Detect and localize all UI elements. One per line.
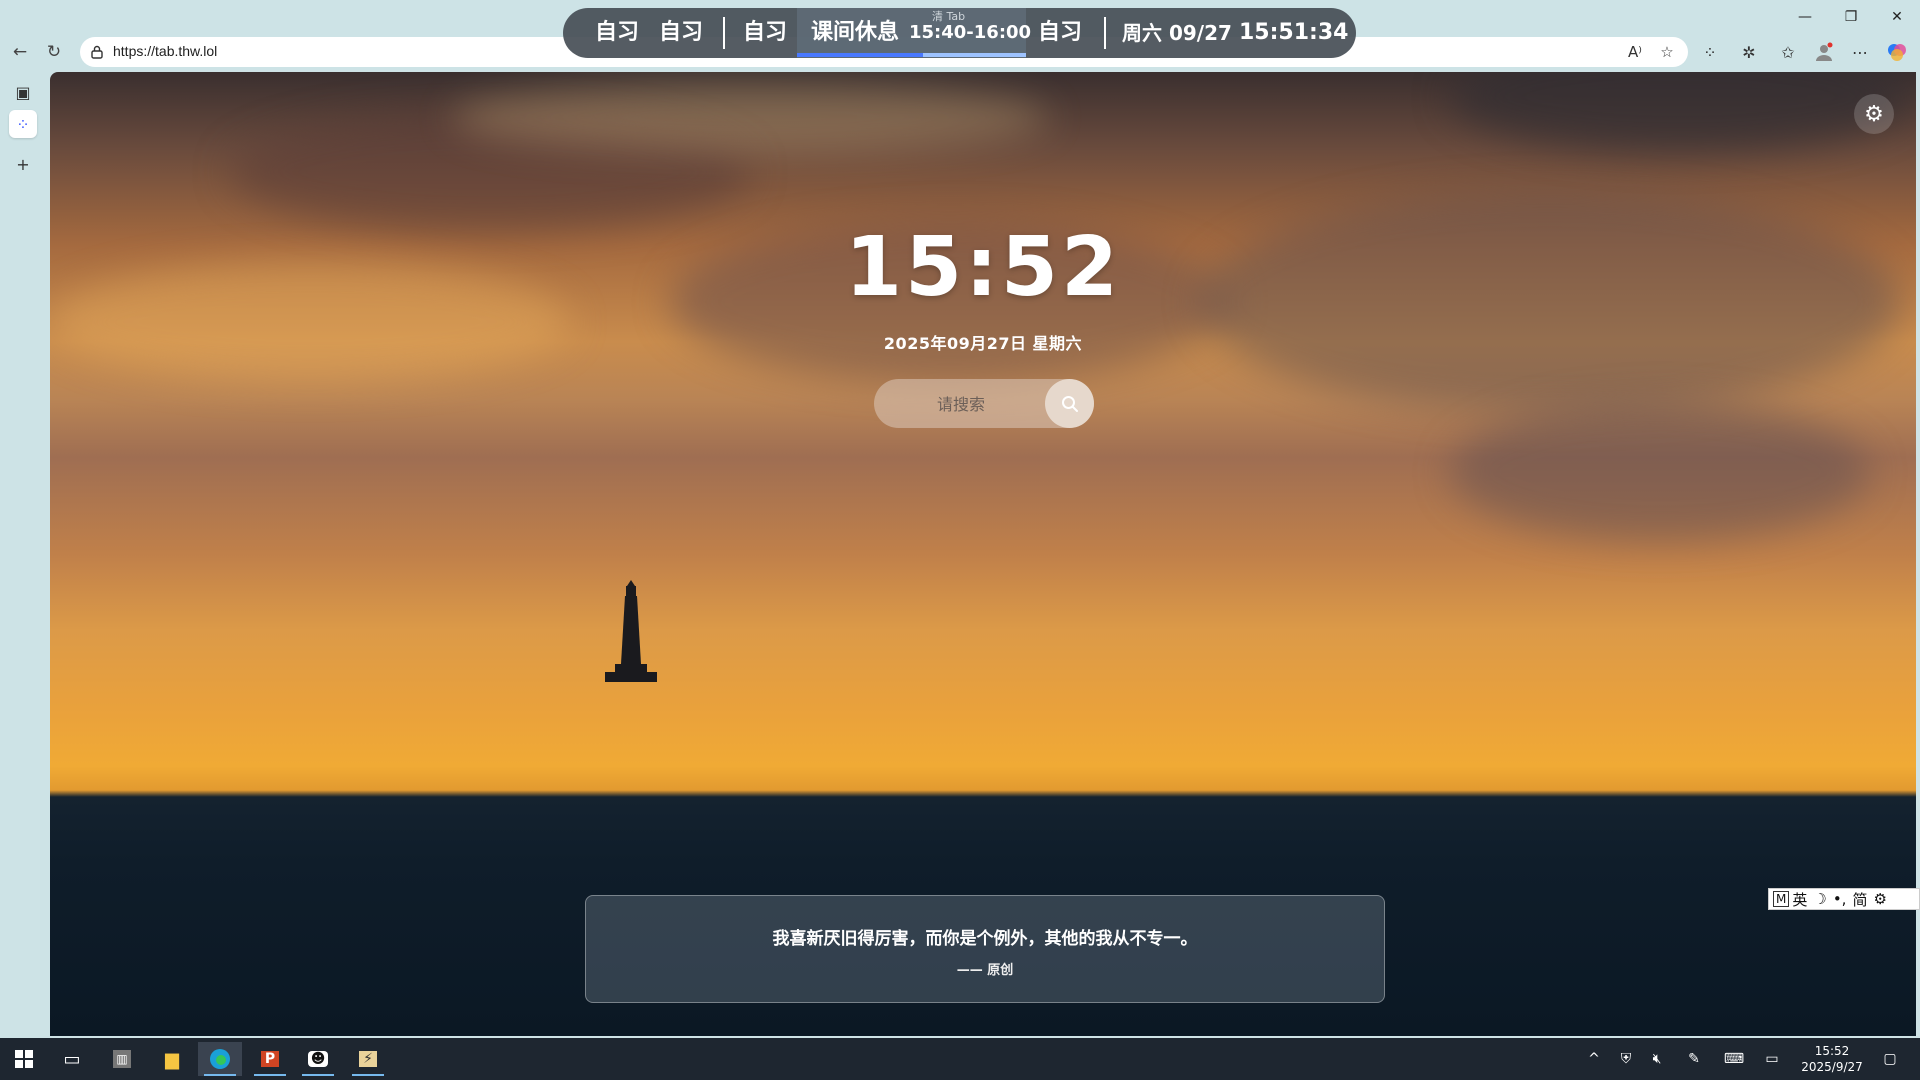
- settings-button[interactable]: ⚙: [1854, 94, 1894, 134]
- start-button[interactable]: [2, 1042, 46, 1076]
- period-item: 自习: [743, 20, 788, 45]
- web-content: ⚙ 15:52 2025年09月27日 星期六 我喜新厌旧得厉害，而你是个例外，…: [50, 72, 1916, 1036]
- favorites-icon[interactable]: ✩: [1775, 39, 1801, 65]
- ime-mode[interactable]: M: [1773, 891, 1790, 907]
- search-button[interactable]: [1045, 379, 1094, 428]
- back-button[interactable]: ←: [8, 40, 32, 64]
- powerpoint-icon: P: [260, 1051, 280, 1067]
- app-icon: ▥: [113, 1050, 131, 1068]
- period-item: 自习: [595, 20, 640, 45]
- extensions-icon[interactable]: ✲: [1736, 39, 1762, 65]
- edge-icon: [210, 1049, 230, 1069]
- ime-toolbar: M 英 ☽ •, 简 ⚙: [1768, 888, 1920, 910]
- folder-icon: ▆: [165, 1048, 179, 1070]
- url-text[interactable]: https://tab.thw.lol: [113, 43, 217, 59]
- qq-penguin-icon: ☻: [307, 1051, 329, 1067]
- tray-overflow-icon[interactable]: ^: [1582, 1048, 1606, 1070]
- cloud-shape: [1450, 402, 1870, 542]
- profile-avatar[interactable]: [1811, 39, 1837, 65]
- next-period-label: 自习: [1038, 20, 1083, 45]
- read-aloud-icon[interactable]: A⁾: [1624, 41, 1646, 63]
- schedule-day: 周六 09/27: [1122, 21, 1232, 45]
- ime-punct[interactable]: •,: [1830, 890, 1850, 908]
- quote-text: 我喜新厌旧得厉害，而你是个例外，其他的我从不专一。: [772, 929, 1198, 949]
- close-button[interactable]: ✕: [1874, 0, 1920, 34]
- windows-logo-icon: [15, 1050, 33, 1068]
- taskbar-qq[interactable]: ☻: [296, 1042, 340, 1076]
- arrow-left-icon: ←: [12, 42, 28, 62]
- ime-lang[interactable]: 英: [1789, 889, 1810, 910]
- ime-settings-icon[interactable]: ⚙: [1870, 890, 1889, 908]
- window-controls: — ❐ ✕: [1782, 0, 1920, 34]
- more-menu-icon[interactable]: ⋯: [1847, 39, 1873, 65]
- tab-title-ghost: 清 Tab: [932, 10, 966, 23]
- active-indicator: [204, 1074, 236, 1076]
- restore-button[interactable]: ❐: [1828, 0, 1874, 34]
- ime-charset[interactable]: 简: [1849, 889, 1870, 910]
- volume-muted-icon[interactable]: 🔇︎: [1645, 1048, 1669, 1070]
- active-indicator: [302, 1074, 334, 1076]
- current-period-time: 15:40-16:00: [909, 22, 1032, 43]
- search-icon: [1061, 395, 1078, 412]
- quote-source: —— 原创: [956, 963, 1014, 978]
- moon-icon[interactable]: ☽: [1810, 890, 1829, 908]
- taskbar-app-classroom[interactable]: ▥: [100, 1042, 144, 1076]
- task-view-icon: ▭: [63, 1048, 81, 1070]
- copilot-icon[interactable]: [1884, 39, 1910, 65]
- lightning-app-icon: ⚡: [359, 1051, 377, 1067]
- lighthouse-silhouette: [605, 580, 657, 682]
- active-tab-icon[interactable]: ⁘: [9, 110, 37, 138]
- tab-actions-icon[interactable]: ▣: [9, 78, 37, 106]
- refresh-button[interactable]: ↻: [42, 40, 66, 64]
- separator: [723, 17, 725, 49]
- refresh-icon: ↻: [46, 42, 62, 62]
- taskbar-time: 15:52: [1814, 1044, 1850, 1058]
- vertical-tab-strip: ▣ ⁘ +: [0, 70, 50, 1038]
- search-box: [874, 379, 1094, 430]
- schedule-clock: 15:51:34: [1239, 20, 1349, 45]
- taskbar-file-explorer[interactable]: ▆: [150, 1042, 194, 1076]
- search-input[interactable]: [874, 379, 1048, 430]
- lock-icon: [91, 45, 103, 59]
- display-icon[interactable]: ▭: [1760, 1048, 1784, 1070]
- active-indicator: [254, 1074, 286, 1076]
- taskbar: ▭ ▥ ▆ P ☻ ⚡ ^ ⛨ 🔇︎ ✎ ⌨ ▭ ▢: [0, 1038, 1920, 1080]
- tab-favicon-icon: ⁘: [16, 114, 30, 134]
- cloud-shape: [450, 82, 1050, 152]
- security-shield-icon[interactable]: ⛨: [1614, 1048, 1638, 1070]
- taskbar-powerpoint[interactable]: P: [248, 1042, 292, 1076]
- minimize-button[interactable]: —: [1782, 0, 1828, 34]
- period-item: 自习: [659, 20, 704, 45]
- notification-icon[interactable]: ▢: [1878, 1048, 1902, 1070]
- new-tab-plus-icon[interactable]: +: [9, 150, 37, 178]
- keyboard-icon[interactable]: ⌨: [1722, 1048, 1746, 1070]
- active-indicator: [352, 1074, 384, 1076]
- separator: [1104, 17, 1106, 49]
- date-text: 2025年09月27日 星期六: [883, 334, 1083, 353]
- taskbar-date: 2025/9/27: [1801, 1060, 1863, 1074]
- favorite-star-icon[interactable]: ☆: [1656, 41, 1678, 63]
- cloud-shape: [1450, 72, 1910, 152]
- gear-icon: ⚙: [1864, 101, 1884, 127]
- pen-icon[interactable]: ✎: [1682, 1048, 1706, 1070]
- taskbar-clock[interactable]: 15:52 2025/9/27: [1800, 1043, 1864, 1075]
- current-period-label: 课间休息: [811, 20, 900, 45]
- main-clock: 15:52: [844, 220, 1121, 315]
- taskbar-edge[interactable]: [198, 1042, 242, 1076]
- taskbar-app-lightning[interactable]: ⚡: [346, 1042, 390, 1076]
- task-view-button[interactable]: ▭: [50, 1042, 94, 1076]
- extension-tab-icon[interactable]: ⁘: [1697, 39, 1723, 65]
- quote-card: 我喜新厌旧得厉害，而你是个例外，其他的我从不专一。 —— 原创: [585, 895, 1385, 1003]
